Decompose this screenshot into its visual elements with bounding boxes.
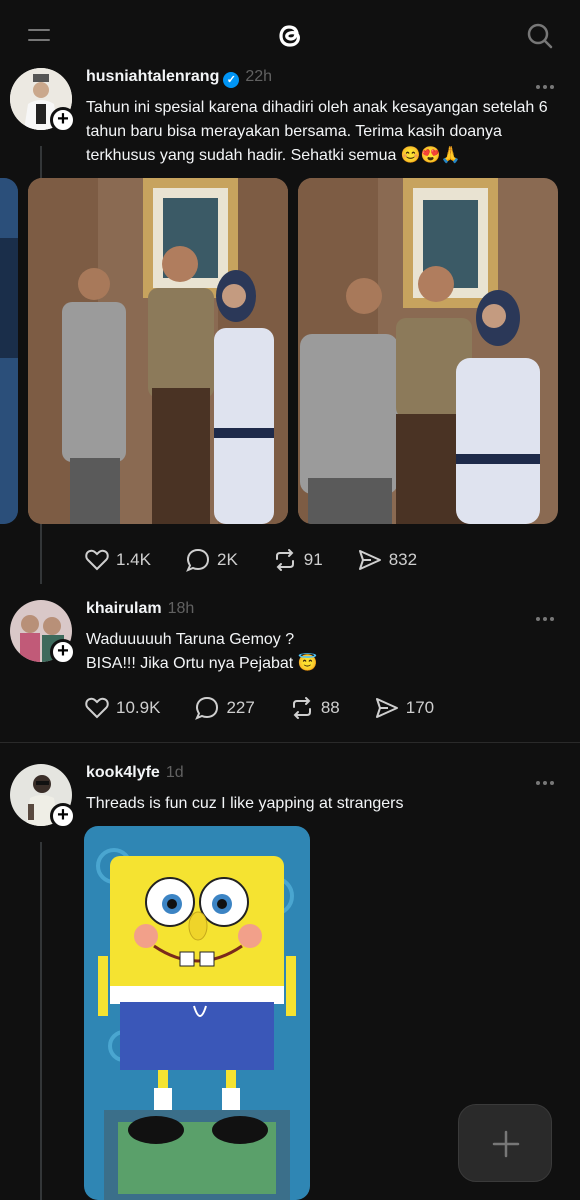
search-icon[interactable] xyxy=(526,22,554,50)
reply-button[interactable]: 2K xyxy=(185,547,238,573)
reply-count: 2K xyxy=(216,550,238,569)
share-count: 832 xyxy=(388,550,418,569)
post-time: 18h xyxy=(167,600,195,617)
more-options-icon[interactable] xyxy=(536,76,558,89)
post-text: Tahun ini spesial karena dihadiri oleh a… xyxy=(86,99,548,164)
menu-icon[interactable] xyxy=(28,29,50,43)
heart-icon xyxy=(85,549,109,571)
top-bar xyxy=(0,0,580,70)
post-divider xyxy=(0,742,580,743)
follow-plus-button[interactable]: + xyxy=(50,803,76,829)
spongebob-image[interactable] xyxy=(84,826,310,1200)
family-photo-2[interactable] xyxy=(298,178,558,524)
post-actions: 10.9K 227 88 170 xyxy=(84,694,468,722)
username[interactable]: kook4lyfe xyxy=(86,764,160,781)
post-header: kook4lyfe 1d xyxy=(86,764,184,782)
send-icon xyxy=(375,698,398,718)
follow-plus-button[interactable]: + xyxy=(50,107,76,133)
like-count: 10.9K xyxy=(116,698,161,717)
post-text-line: BISA!!! Jika Ortu nya Pejabat 😇 xyxy=(86,655,318,672)
comment-icon xyxy=(186,548,209,572)
like-button[interactable]: 10.9K xyxy=(84,695,160,721)
post-header: husniahtalenrang ✓ 22h xyxy=(86,68,272,88)
post-time: 1d xyxy=(165,764,184,781)
share-count: 170 xyxy=(405,698,435,717)
verified-badge-icon: ✓ xyxy=(223,72,240,88)
thread-line xyxy=(40,842,42,1200)
reply-button[interactable]: 227 xyxy=(194,695,255,721)
heart-icon xyxy=(85,697,109,719)
comment-icon xyxy=(195,696,219,720)
repost-button[interactable]: 88 xyxy=(289,695,340,721)
repost-icon xyxy=(275,549,294,571)
plus-icon xyxy=(492,1130,520,1158)
repost-count: 88 xyxy=(320,698,340,717)
post-time: 22h xyxy=(245,68,273,85)
reply-count: 227 xyxy=(226,698,255,717)
carousel-photo-partial[interactable] xyxy=(0,178,18,524)
post-actions: 1.4K 2K 91 832 xyxy=(84,546,451,574)
family-photo-1[interactable] xyxy=(28,178,288,524)
follow-plus-button[interactable]: + xyxy=(50,639,76,665)
post-text: Threads is fun cuz I like yapping at str… xyxy=(86,795,404,812)
repost-count: 91 xyxy=(303,550,323,569)
share-button[interactable]: 832 xyxy=(357,547,417,573)
like-count: 1.4K xyxy=(116,550,151,569)
share-button[interactable]: 170 xyxy=(374,695,434,721)
like-button[interactable]: 1.4K xyxy=(84,547,151,573)
username[interactable]: khairulam xyxy=(86,600,162,617)
send-icon xyxy=(358,550,381,570)
post-text-line: Waduuuuuh Taruna Gemoy ? xyxy=(86,631,295,648)
post-text: Waduuuuuh Taruna Gemoy ? BISA!!! Jika Or… xyxy=(86,628,566,676)
post-header: khairulam 18h xyxy=(86,600,194,618)
threads-logo-icon[interactable] xyxy=(270,16,310,56)
more-options-icon[interactable] xyxy=(536,608,558,621)
more-options-icon[interactable] xyxy=(536,772,558,785)
repost-icon xyxy=(292,697,311,719)
repost-button[interactable]: 91 xyxy=(272,547,323,573)
new-thread-button[interactable] xyxy=(458,1104,552,1182)
username[interactable]: husniahtalenrang xyxy=(86,68,219,85)
